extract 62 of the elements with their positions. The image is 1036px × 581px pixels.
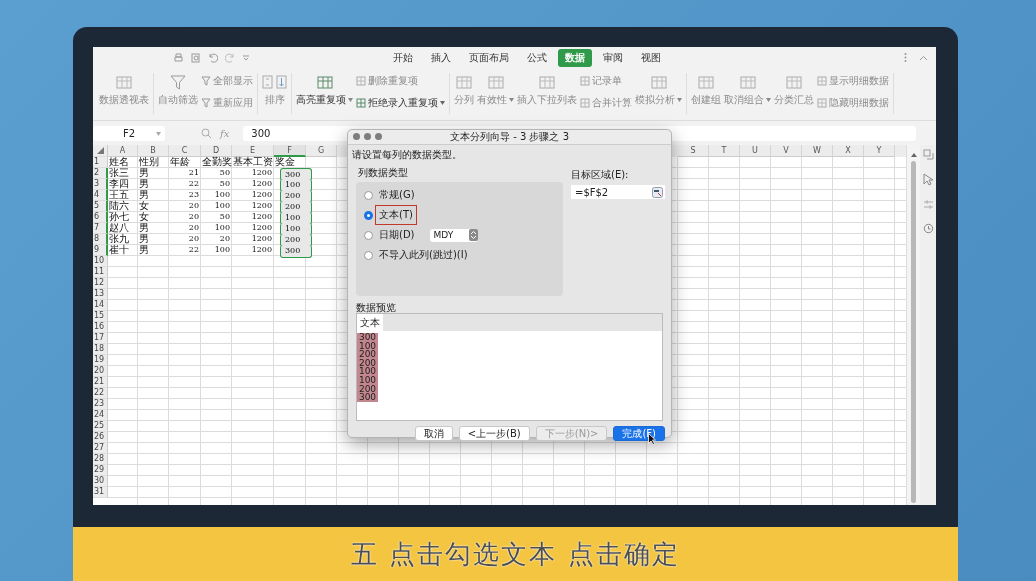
- table-cell-text: 男: [138, 223, 150, 234]
- table-cell-text: 张九: [108, 234, 130, 245]
- table-cell-text: 100: [213, 223, 231, 234]
- table-cell-text: 23: [187, 190, 200, 201]
- table-cell-text: 年龄: [169, 157, 191, 168]
- preview-value: 100: [357, 341, 378, 351]
- table-cell: 基本工资: [232, 157, 274, 168]
- table-cell-text: 崔十: [108, 245, 130, 256]
- table-cell-text: 男: [138, 234, 150, 245]
- table-cell-text: 22: [187, 179, 200, 190]
- table-cell-text: 1200: [250, 245, 273, 256]
- preview-value: 200: [357, 350, 378, 359]
- table-cell-text: 1200: [250, 212, 273, 223]
- table-cell-text: 21: [187, 168, 200, 179]
- preview-value: 200: [357, 358, 378, 368]
- table-cell-text: 100: [213, 245, 231, 256]
- instruction-text: 请设置每列的数据类型。: [352, 148, 463, 162]
- table-cell-text: 奖金: [274, 157, 296, 168]
- table-cell-text: 男: [138, 168, 150, 179]
- table-cell-text: 1200: [250, 190, 273, 201]
- table-cell-text: 1200: [250, 201, 273, 212]
- field-label: 目标区域(E):: [571, 168, 630, 182]
- table-cell-text: 1200: [250, 234, 273, 245]
- table-cell-text: 100: [213, 190, 231, 201]
- table-cell-text: 50: [218, 179, 231, 190]
- table-cell-text: 陆六: [108, 201, 130, 212]
- table-cell-text: 李四: [108, 179, 130, 190]
- table-cell-text: 男: [138, 179, 150, 190]
- table-cell-text: 1200: [250, 179, 273, 190]
- table-cell-text: 男: [138, 190, 150, 201]
- preview-value: 100: [357, 375, 378, 385]
- table-cell-text: 22: [187, 245, 200, 256]
- table-cell-text: 50: [218, 212, 231, 223]
- table-cell-text: 20: [187, 212, 200, 223]
- table-cell-text: 1200: [250, 223, 273, 234]
- table-cell-text: 1200: [250, 168, 273, 179]
- table-cell: 全勤奖: [201, 157, 232, 168]
- table-cell-text: 性别: [138, 157, 160, 168]
- table-cell-text: 100: [213, 201, 231, 212]
- table-cell-text: 50: [218, 168, 231, 179]
- preview-label: 数据预览: [355, 302, 397, 313]
- table-cell-text: 20: [187, 234, 200, 245]
- table-cell-text: 女: [138, 212, 150, 223]
- preview-value: 300: [357, 333, 378, 342]
- preview-value: 300: [357, 393, 378, 402]
- table-cell-text: 张三: [108, 168, 130, 179]
- subtitle-text: 五 点击勾选文本 点击确定: [351, 537, 680, 571]
- table-cell-text: 赵八: [108, 223, 130, 234]
- group-label: 列数据类型: [357, 166, 409, 180]
- table-cell: 300: [280, 245, 312, 258]
- table-cell-text: 女: [138, 201, 150, 212]
- table-cell-text: 孙七: [108, 212, 130, 222]
- preview-value: 100: [357, 367, 378, 376]
- table-cell-text: 20: [218, 234, 231, 245]
- preview-column-header: 文本: [357, 314, 383, 331]
- preview-value: 200: [357, 384, 378, 394]
- table-cell-text: 20: [187, 223, 200, 234]
- dialog-title: 文本分列向导 - 3 步骤之 3: [449, 130, 570, 144]
- table-cell-text: 王五: [108, 190, 130, 200]
- table-cell-text: 20: [187, 201, 200, 212]
- table-cell-text: 姓名: [108, 157, 130, 168]
- table-cell-text: 男: [138, 245, 150, 256]
